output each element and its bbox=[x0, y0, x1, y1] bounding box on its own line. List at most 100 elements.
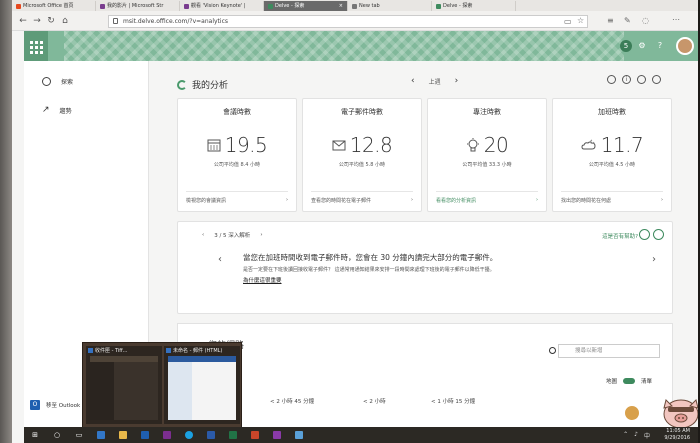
sidebar-item-label: 探索 bbox=[61, 79, 74, 86]
sidebar-item-discover[interactable]: 探索 bbox=[42, 77, 73, 86]
thumbs-up-button[interactable] bbox=[639, 229, 650, 240]
analytics-toolbar: i bbox=[607, 75, 661, 84]
word-icon[interactable] bbox=[204, 429, 218, 441]
calendar-icon bbox=[207, 139, 221, 152]
powerpoint-icon[interactable] bbox=[248, 429, 262, 441]
home-outline-icon[interactable] bbox=[607, 75, 616, 84]
notification-badge[interactable]: 5 bbox=[620, 40, 632, 52]
page-title: 我的分析 bbox=[177, 78, 228, 91]
smiley-icon[interactable] bbox=[637, 75, 646, 84]
explorer-icon[interactable] bbox=[116, 429, 130, 441]
tab-label: Microsoft Office 首頁 bbox=[23, 3, 74, 9]
insight-prev-icon[interactable]: ‹ bbox=[218, 254, 222, 265]
tab-label: Delve - 探索 bbox=[443, 3, 473, 9]
tab-stream-videos[interactable]: 我的影片 | Microsoft Str bbox=[96, 1, 180, 11]
excel-icon[interactable] bbox=[226, 429, 240, 441]
outlook-icon[interactable] bbox=[138, 429, 152, 441]
card-title: 加班時數 bbox=[598, 108, 626, 116]
tab-new-tab[interactable]: New tab bbox=[348, 1, 432, 11]
info-icon[interactable]: i bbox=[622, 75, 631, 84]
hub-icon[interactable]: ≡ bbox=[607, 16, 614, 25]
outlook-icon: O bbox=[30, 400, 40, 410]
settings-icon[interactable] bbox=[652, 75, 661, 84]
stream-icon bbox=[184, 3, 189, 9]
app-launcher-icon[interactable] bbox=[24, 31, 48, 61]
insight-counter: 3 / 5 深入解析 bbox=[214, 233, 251, 239]
home-icon[interactable]: ⌂ bbox=[58, 14, 72, 28]
taskbar-preview: 收件匣 - Tiff... 未命名 - 郵件 (HTML) bbox=[82, 342, 242, 430]
start-icon[interactable]: ⊞ bbox=[28, 429, 42, 441]
trend-icon: ↗ bbox=[42, 105, 50, 115]
analytics-logo-icon bbox=[177, 79, 187, 90]
previous-week-button[interactable]: ‹ bbox=[411, 76, 415, 86]
network-icon[interactable]: ⌃ bbox=[623, 431, 628, 440]
card-footer-text: 看看您的分析資訊 bbox=[436, 198, 477, 204]
view-toggle-switch[interactable] bbox=[623, 378, 636, 384]
system-tray: ⌃ ♪ 中 bbox=[623, 431, 650, 440]
reading-view-icon[interactable]: ▭ bbox=[564, 17, 572, 26]
paint-icon[interactable] bbox=[292, 429, 306, 441]
favorite-star-icon[interactable]: ☆ bbox=[577, 16, 584, 25]
note-icon[interactable]: ✎ bbox=[624, 16, 631, 25]
cloud-moon-icon bbox=[581, 139, 596, 150]
back-icon[interactable]: ← bbox=[16, 14, 30, 28]
chevron-right-icon[interactable]: › bbox=[260, 232, 262, 238]
sidebar-item-trends[interactable]: ↗ 趨勢 bbox=[42, 105, 72, 115]
url-field[interactable]: msit.delve.office.com/?v=analytics bbox=[108, 15, 588, 28]
why-important-link[interactable]: 為什麼這很重要 bbox=[243, 276, 282, 284]
skype-icon[interactable] bbox=[182, 429, 196, 441]
clock[interactable]: 11:05 AM 9/29/2016 bbox=[664, 428, 690, 442]
card-footer-link[interactable]: 看看您的分析資訊 › bbox=[436, 197, 538, 204]
map-view-label[interactable]: 地圖 bbox=[606, 377, 617, 385]
insight-next-icon[interactable]: › bbox=[652, 254, 656, 265]
help-icon[interactable]: ? bbox=[654, 40, 666, 52]
gear-icon[interactable]: ⚙ bbox=[636, 40, 648, 52]
time-label: < 2 小時 bbox=[363, 399, 386, 405]
card-footer-link[interactable]: 檢視您的會議資訊 › bbox=[186, 197, 288, 204]
delve-icon bbox=[268, 3, 273, 9]
card-value: 11.7 bbox=[600, 133, 644, 157]
refresh-icon[interactable]: ↻ bbox=[44, 14, 58, 28]
tab-office-home[interactable]: Microsoft Office 首頁 bbox=[12, 1, 96, 11]
new-tab-icon bbox=[352, 3, 357, 9]
more-icon[interactable]: ⋯ bbox=[672, 15, 680, 24]
meeting-hours-card: 會議時數 19.5 公司平均值 8.4 小時 檢視您的會議資訊 › bbox=[177, 98, 297, 212]
avatar[interactable] bbox=[676, 37, 694, 55]
tab-label: New tab bbox=[359, 3, 380, 9]
company-average: 公司平均值 8.4 小時 bbox=[213, 162, 261, 168]
preview-mail-draft[interactable]: 未命名 - 郵件 (HTML) bbox=[164, 346, 240, 424]
list-view-label[interactable]: 清單 bbox=[641, 377, 652, 385]
tab-label: Delve - 探索 bbox=[275, 3, 305, 9]
task-view-icon[interactable]: ▭ bbox=[72, 429, 86, 441]
volume-icon[interactable]: ♪ bbox=[634, 431, 638, 440]
clock-date: 9/29/2016 bbox=[664, 435, 690, 441]
forward-icon[interactable]: → bbox=[30, 14, 44, 28]
week-navigator: ‹ 上週 › bbox=[411, 76, 458, 86]
close-tab-icon[interactable]: × bbox=[339, 1, 343, 11]
search-icon[interactable]: ○ bbox=[50, 429, 64, 441]
tab-delve-2[interactable]: Delve - 探索 bbox=[432, 1, 516, 11]
comment-button[interactable] bbox=[653, 229, 664, 240]
outlook-link[interactable]: O 移至 Outlook bbox=[30, 400, 80, 410]
company-average: 公司平均值 5.8 小時 bbox=[338, 162, 386, 168]
card-footer-link[interactable]: 查看您的時間花在電子郵件 › bbox=[311, 197, 413, 204]
insight-header: ‹ 3 / 5 深入解析 › bbox=[202, 231, 263, 239]
week-label: 上週 bbox=[428, 78, 441, 86]
ime-indicator[interactable]: 中 bbox=[644, 431, 650, 440]
chevron-left-icon[interactable]: ‹ bbox=[202, 232, 204, 238]
preview-inbox[interactable]: 收件匣 - Tiff... bbox=[86, 346, 162, 424]
search-input[interactable]: 搜尋以新增 bbox=[549, 344, 660, 358]
share-icon[interactable]: ◌ bbox=[642, 16, 649, 25]
page-title-text: 我的分析 bbox=[192, 81, 229, 91]
store-icon[interactable] bbox=[270, 429, 284, 441]
tab-delve-active[interactable]: Delve - 探索 × bbox=[264, 1, 348, 11]
card-footer-link[interactable]: 找出您的時間花在何處 › bbox=[561, 197, 663, 204]
onenote-icon[interactable] bbox=[160, 429, 174, 441]
header-pattern bbox=[64, 31, 624, 61]
contact-avatar[interactable] bbox=[623, 404, 641, 422]
next-week-button[interactable]: › bbox=[455, 76, 459, 86]
edge-icon[interactable] bbox=[94, 429, 108, 441]
screen: Microsoft Office 首頁 我的影片 | Microsoft Str… bbox=[12, 0, 698, 443]
insight-message: 當您在加班時間收到電子郵件時，您會在 30 分鐘內讀完大部分的電子郵件。 bbox=[243, 253, 498, 262]
tab-vision-keynote[interactable]: 觀看 'Vision Keynote' | bbox=[180, 1, 264, 11]
